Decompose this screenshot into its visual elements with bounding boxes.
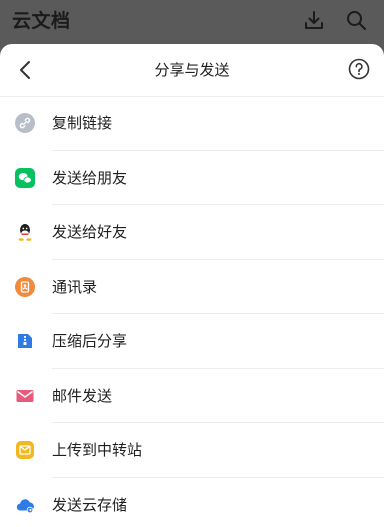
app-bar: 云文档 xyxy=(0,0,384,44)
app-title: 云文档 xyxy=(12,10,71,32)
option-cloud-storage[interactable]: 发送云存储 xyxy=(0,478,384,527)
share-options-list: 复制链接 发送给朋友 发送给好友 通讯录 压缩后分享 邮件发送 上传到中转站 发… xyxy=(0,96,384,527)
option-copy-link[interactable]: 复制链接 xyxy=(0,96,384,151)
download-icon[interactable] xyxy=(302,8,326,32)
contacts-icon xyxy=(15,276,35,297)
share-sheet: 分享与发送 复制链接 发送给朋友 发送给好友 通讯录 压缩后分享 邮件发送 上传… xyxy=(0,44,384,527)
option-contacts[interactable]: 通讯录 xyxy=(0,260,384,315)
option-label: 发送给好友 xyxy=(52,223,128,241)
option-label: 通讯录 xyxy=(52,277,98,296)
option-label: 邮件发送 xyxy=(52,386,113,405)
option-label: 压缩后分享 xyxy=(52,332,128,350)
option-send-to-qq-friend[interactable]: 发送给好友 xyxy=(0,205,384,260)
qq-icon xyxy=(18,224,32,241)
option-upload-transfer[interactable]: 上传到中转站 xyxy=(0,423,384,478)
option-label: 发送给朋友 xyxy=(52,168,128,187)
zip-icon xyxy=(18,334,32,348)
mail-icon xyxy=(16,389,34,402)
transfer-station-icon xyxy=(16,441,34,459)
option-compress-share[interactable]: 压缩后分享 xyxy=(0,314,384,369)
link-icon xyxy=(15,113,35,133)
option-label: 发送云存储 xyxy=(52,495,128,514)
option-label: 上传到中转站 xyxy=(52,441,143,459)
option-email[interactable]: 邮件发送 xyxy=(0,369,384,424)
cloud-storage-icon xyxy=(16,498,34,513)
search-icon[interactable] xyxy=(344,8,368,32)
sheet-header: 分享与发送 xyxy=(0,44,384,97)
option-send-to-friend[interactable]: 发送给朋友 xyxy=(0,151,384,206)
help-button[interactable] xyxy=(348,58,370,80)
wechat-icon xyxy=(15,167,35,188)
sheet-title: 分享与发送 xyxy=(154,61,230,79)
option-label: 复制链接 xyxy=(52,114,113,132)
